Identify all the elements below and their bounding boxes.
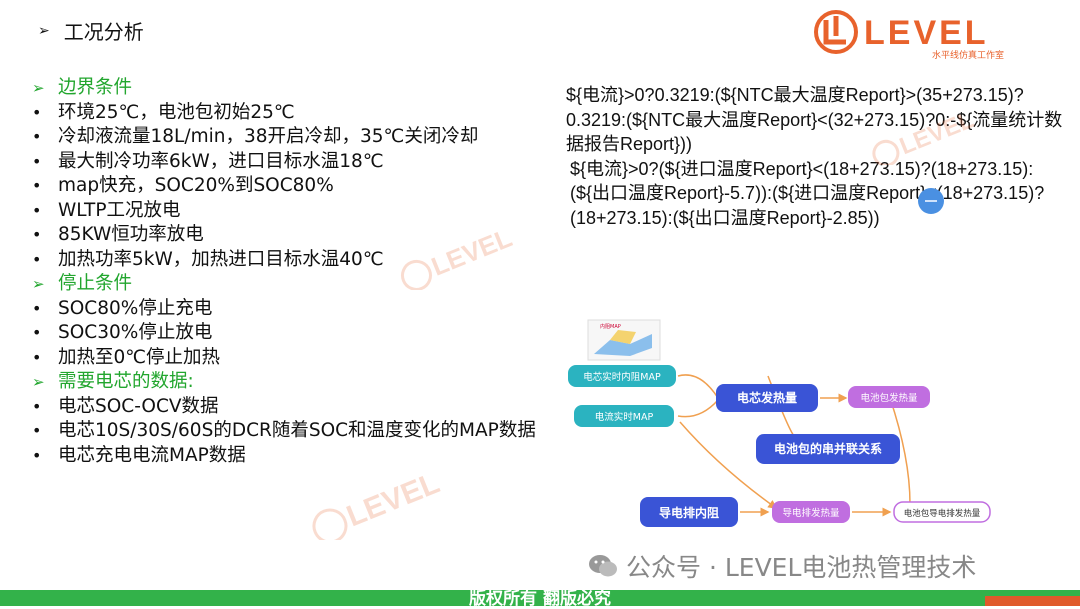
logo-sub: 水平线仿真工作室 (932, 49, 1004, 61)
list-item: • 加热功率5kW，加热进口目标水温40℃ (32, 248, 552, 273)
list-item-text: 边界条件 (58, 77, 133, 98)
heat-flow-diagram: 内阻MAP 电芯实时内阻MAP 电流实时MAP 电芯发热量 电池包发热量 电池包… (568, 319, 991, 527)
bullet-icon: • (32, 225, 42, 244)
svg-text:电芯发热量: 电芯发热量 (737, 390, 797, 405)
list-item-text: 需要电芯的数据: (58, 371, 194, 392)
link-n2-n3 (677, 399, 719, 418)
bullet-icon: • (32, 396, 42, 416)
slide-title-text: 工况分析 (63, 20, 144, 44)
node-busbar-resistance: 导电排内阻 (640, 497, 738, 527)
heading-arrow-icon: ➢ (32, 79, 45, 97)
list-item: • 冷却液流量18L/min，38开启冷却，35℃关闭冷却 (32, 125, 552, 150)
bullet-icon: • (32, 151, 42, 171)
svg-text:电池包导电排发热量: 电池包导电排发热量 (904, 508, 981, 519)
list-item-text: 冷却液流量18L/min，38开启冷却，35℃关闭冷却 (58, 126, 479, 147)
bullet-icon: • (32, 323, 42, 342)
bullet-icon: • (32, 176, 42, 195)
wechat-credit: 公众号 · LEVEL电池热管理技术 (588, 548, 976, 584)
svg-text:电流实时MAP: 电流实时MAP (595, 411, 654, 423)
list-item-text: WLTP工况放电 (58, 199, 181, 221)
node-pack-heat: 电池包发热量 (848, 386, 930, 408)
list-item: • 电芯充电电流MAP数据 (32, 444, 552, 469)
list-item: • 最大制冷功率6kW，进口目标水温18℃ (32, 150, 552, 175)
bullet-icon: • (32, 347, 42, 367)
list-item: • 环境25℃，电池包初始25℃ (32, 101, 552, 126)
node-cell-heat: 电芯发热量 (716, 384, 818, 412)
node-busbar-heat: 导电排发热量 (772, 501, 850, 523)
list-item-text: 电芯10S/30S/60S的DCR随着SOC和温度变化的MAP数据 (58, 420, 536, 441)
svg-text:电池包发热量: 电池包发热量 (860, 392, 918, 404)
condition-list: ➢ 边界条件 • 环境25℃，电池包初始25℃ • 冷却液流量18L/min，38开启冷却… (32, 76, 552, 468)
svg-text:导电排内阻: 导电排内阻 (659, 505, 719, 520)
arrow-icon: ➢ (38, 22, 50, 39)
corner-accent (985, 596, 1080, 606)
list-item: • 电芯10S/30S/60S的DCR随着SOC和温度变化的MAP数据 (32, 419, 552, 444)
heading-arrow-icon: ➢ (32, 275, 45, 293)
list-item: • SOC80%停止充电 (32, 297, 552, 322)
list-item: • 电芯SOC-OCV数据 (32, 395, 552, 420)
node-current-map: 电流实时MAP (574, 405, 674, 427)
list-item-text: 环境25℃，电池包初始25℃ (58, 101, 295, 123)
formula-inlet-temp: ${电流}>0?(${进口温度Report}<(18+273.15)?(18+2… (570, 158, 1045, 228)
svg-text:导电排发热量: 导电排发热量 (782, 507, 840, 519)
copyright-notice: 版权所有 翻版必究 (469, 589, 611, 609)
list-item-text: 最大制冷功率6kW，进口目标水温18℃ (58, 150, 384, 172)
svg-text:电芯实时内阻MAP: 电芯实时内阻MAP (583, 371, 661, 383)
list-item-text: 停止条件 (58, 273, 133, 294)
svg-text:LEVEL: LEVEL (342, 467, 444, 534)
formula-current-cooling: ${电流}>0?0.3219:(${NTC最大温度Report}>(35+273… (566, 85, 1063, 154)
cursor-dot-icon[interactable] (918, 188, 944, 214)
formula-block: ${电流}>0?0.3219:(${NTC最大温度Report}>(35+273… (566, 83, 1071, 230)
list-item-text: 电芯充电电流MAP数据 (58, 444, 246, 466)
bullet-icon: • (32, 445, 42, 465)
list-item: • 85KW恒功率放电 (32, 223, 552, 248)
bullet-icon: • (32, 249, 42, 269)
slide-title: ➢ 工况分析 (38, 16, 144, 45)
list-item: • SOC30%停止放电 (32, 321, 552, 346)
list-item: • WLTP工况放电 (32, 199, 552, 224)
svg-text:内阻MAP: 内阻MAP (600, 323, 621, 330)
list-item-text: 电芯SOC-OCV数据 (58, 395, 219, 417)
bullet-icon: • (32, 421, 42, 440)
logo-brand: LEVEL (864, 14, 989, 52)
list-item-text: 加热至0℃停止加热 (58, 346, 221, 368)
logo-mark (823, 16, 846, 45)
bullet-icon: • (32, 200, 42, 220)
svg-text:电池包的串并联关系: 电池包的串并联关系 (774, 441, 882, 456)
bullet-icon: • (32, 298, 42, 318)
node-pack-busbar-heat: 电池包导电排发热量 (893, 501, 991, 523)
level-logo: LEVEL 水平线仿真工作室 (814, 10, 1004, 61)
bullet-icon: • (32, 127, 42, 146)
node-cell-resistance-map: 电芯实时内阻MAP (568, 365, 676, 387)
heading-arrow-icon: ➢ (32, 373, 45, 391)
list-item-text: 加热功率5kW，加热进口目标水温40℃ (58, 248, 384, 270)
section-heading: ➢ 边界条件 (32, 76, 552, 101)
wechat-account-name: 公众号 · LEVEL电池热管理技术 (626, 553, 977, 582)
list-item-text: 85KW恒功率放电 (58, 224, 204, 245)
link-n1-n3 (677, 374, 719, 399)
list-item-text: map快充，SOC20%到SOC80% (58, 175, 334, 196)
wechat-icon (589, 555, 617, 577)
list-item: • 加热至0℃停止加热 (32, 346, 552, 371)
list-item-text: SOC30%停止放电 (58, 322, 213, 343)
map-thumbnail: 内阻MAP (587, 319, 661, 361)
section-heading: ➢ 停止条件 (32, 272, 552, 297)
bullet-icon: • (32, 102, 42, 122)
list-item-text: SOC80%停止充电 (58, 297, 213, 319)
node-pack-topology: 电池包的串并联关系 (756, 434, 900, 464)
section-heading: ➢ 需要电芯的数据: (32, 370, 552, 395)
list-item: • map快充，SOC20%到SOC80% (32, 174, 552, 199)
